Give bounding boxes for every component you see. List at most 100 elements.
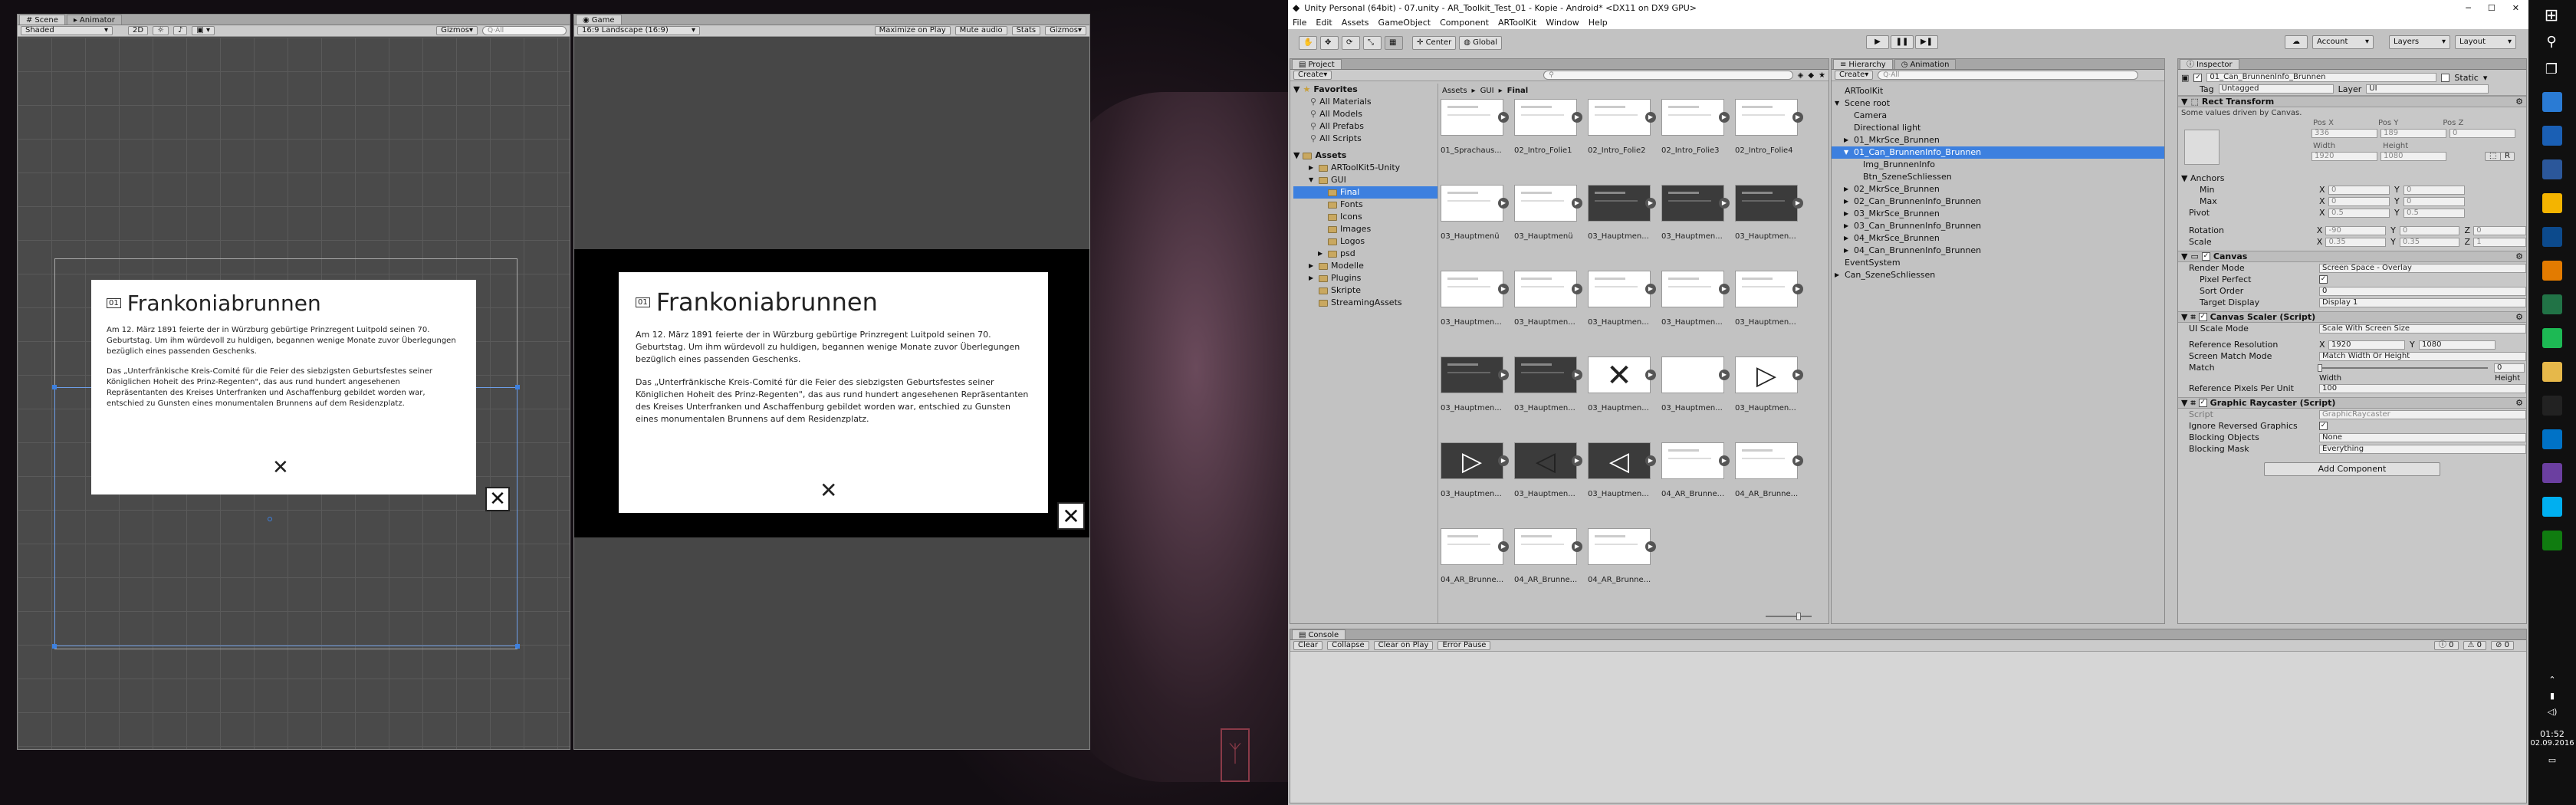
rotation-x[interactable]: -90 (2325, 225, 2387, 235)
lighting-toggle-icon[interactable]: ☼ (153, 26, 169, 35)
ignore-reversed-checkbox[interactable]: ✓ (2319, 422, 2328, 430)
unity-icon[interactable] (2542, 396, 2562, 416)
hierarchy-item[interactable]: Img_BrunnenInfo (1832, 159, 2164, 171)
expand-sprite-icon[interactable]: ▶ (1572, 112, 1582, 123)
folder-item[interactable]: Logos (1293, 235, 1438, 248)
folder-item[interactable]: Images (1293, 223, 1438, 235)
asset-thumbnail[interactable]: ◁ ▶ (1588, 442, 1656, 479)
blocking-mask-dropdown[interactable]: Everything (2319, 444, 2526, 454)
favorite-star-icon[interactable]: ★ (1819, 71, 1825, 80)
canvas-header[interactable]: ▼ ▭ ✓ Canvas ⚙ (2178, 251, 2526, 262)
breadcrumb-assets[interactable]: Assets (1442, 87, 1467, 95)
asset-thumbnail[interactable]: ▶ (1735, 442, 1803, 479)
volume-icon[interactable]: ◁) (2528, 707, 2576, 717)
spotify-icon[interactable] (2542, 328, 2562, 348)
asset-thumbnail[interactable]: ▶ (1588, 271, 1656, 307)
hierarchy-item[interactable]: ARToolKit (1832, 85, 2164, 97)
hierarchy-item[interactable]: EventSystem (1832, 257, 2164, 269)
outlook-icon[interactable] (2542, 429, 2562, 449)
cloud-icon[interactable]: ☁ (2285, 35, 2308, 49)
width-field[interactable]: 1920 (2312, 152, 2377, 161)
canvas-scaler-header[interactable]: ▼ ⌗ ✓ Canvas Scaler (Script) ⚙ (2178, 311, 2526, 323)
folder-icon[interactable] (2542, 362, 2562, 382)
screen-match-mode-dropdown[interactable]: Match Width Or Height (2319, 351, 2526, 361)
settings-icon[interactable] (2542, 92, 2562, 112)
expand-sprite-icon[interactable]: ▶ (1792, 198, 1803, 209)
expand-sprite-icon[interactable]: ▶ (1792, 284, 1803, 294)
asset-thumbnail[interactable]: ✕ ▶ (1661, 356, 1730, 393)
mode-2d-button[interactable]: 2D (128, 26, 149, 35)
menu-artoolkit[interactable]: ARToolKit (1498, 18, 1536, 28)
anchor-max-x[interactable]: 0 (2328, 196, 2390, 206)
blocking-objects-dropdown[interactable]: None (2319, 432, 2526, 442)
console-collapse-toggle[interactable]: Collapse (1327, 641, 1369, 650)
expand-sprite-icon[interactable]: ▶ (1572, 370, 1582, 380)
asset-thumbnail[interactable]: ▶ (1441, 99, 1509, 136)
asset-thumbnail[interactable]: ▶ (1588, 185, 1656, 222)
log-count-toggle[interactable]: ⓘ 0 (2433, 641, 2459, 650)
warning-count-toggle[interactable]: ⚠ 0 (2463, 641, 2487, 650)
account-dropdown[interactable]: Account ▾ (2312, 35, 2374, 49)
expand-sprite-icon[interactable]: ▶ (1645, 112, 1656, 123)
asset-thumbnail[interactable]: ▶ (1441, 528, 1509, 565)
sort-order-field[interactable]: 0 (2319, 286, 2526, 296)
asset-thumbnail[interactable]: ▷ ▶ (1441, 442, 1509, 479)
hierarchy-item[interactable]: ▶ 03_Can_BrunnenInfo_Brunnen (1832, 220, 2164, 232)
chevron-up-icon[interactable]: ⌃ (2528, 675, 2576, 685)
expand-sprite-icon[interactable]: ▶ (1645, 455, 1656, 466)
folder-item[interactable]: StreamingAssets (1293, 297, 1438, 309)
expand-sprite-icon[interactable]: ▶ (1498, 198, 1509, 209)
menu-component[interactable]: Component (1440, 18, 1489, 28)
assets-header[interactable]: ▼ Assets (1293, 150, 1438, 162)
pivot-x[interactable]: 0.5 (2328, 208, 2390, 218)
task-view-icon[interactable]: ❐ (2541, 61, 2562, 83)
static-checkbox[interactable] (2441, 73, 2450, 82)
expand-sprite-icon[interactable]: ▶ (1572, 541, 1582, 552)
asset-thumbnail[interactable]: ▶ (1735, 185, 1803, 222)
menu-assets[interactable]: Assets (1342, 18, 1369, 28)
canvas-enabled-checkbox[interactable]: ✓ (2201, 252, 2210, 261)
notifications-icon[interactable]: ▭ (2528, 755, 2576, 765)
audio-toggle-icon[interactable]: ♪ (173, 26, 188, 35)
anchor-min-y[interactable]: 0 (2404, 185, 2465, 195)
asset-thumbnail[interactable]: ▷ ▶ (1735, 356, 1803, 393)
menu-gameobject[interactable]: GameObject (1378, 18, 1431, 28)
expand-sprite-icon[interactable]: ▶ (1498, 455, 1509, 466)
expand-sprite-icon[interactable]: ▶ (1498, 284, 1509, 294)
tag-dropdown[interactable]: Untagged (2218, 84, 2334, 94)
game-close-button-icon[interactable]: ✕ (1057, 502, 1085, 530)
object-name-field[interactable]: 01_Can_BrunnenInfo_Brunnen (2206, 73, 2437, 82)
folder-item[interactable]: Final (1293, 186, 1438, 199)
excel-icon[interactable] (2542, 294, 2562, 314)
skype-icon[interactable] (2542, 497, 2562, 517)
start-button-icon[interactable]: ⊞ (2541, 6, 2562, 28)
mute-audio-toggle[interactable]: Mute audio (955, 26, 1007, 35)
handle-tl[interactable] (52, 385, 57, 389)
mail-icon[interactable] (2542, 126, 2562, 146)
add-component-button[interactable]: Add Component (2264, 462, 2440, 476)
tab-scene[interactable]: # Scene (19, 15, 65, 25)
menu-edit[interactable]: Edit (1316, 18, 1332, 28)
asset-thumbnail[interactable]: ▶ (1441, 185, 1509, 222)
handle-bl[interactable] (52, 644, 57, 649)
handle-pivot[interactable] (268, 517, 272, 521)
rotate-tool-icon[interactable]: ⟳ (1342, 36, 1360, 50)
menu-file[interactable]: File (1293, 18, 1306, 28)
hierarchy-search-input[interactable]: Q·All (1878, 71, 2139, 80)
hierarchy-item[interactable]: ▼ Scene root (1832, 97, 2164, 110)
scene-card-close-icon[interactable]: ✕ (272, 456, 289, 479)
anchors-row[interactable]: ▼ Anchors (2178, 172, 2526, 184)
hierarchy-item[interactable]: ▶ Can_SzeneSchliessen (1832, 269, 2164, 281)
asset-thumbnail[interactable]: ▶ (1735, 99, 1803, 136)
gear-icon[interactable]: ⚙ (2515, 312, 2523, 322)
active-checkbox[interactable]: ✓ (2193, 73, 2203, 82)
expand-sprite-icon[interactable]: ▶ (1645, 198, 1656, 209)
hierarchy-item[interactable]: ▶ 04_Can_BrunnenInfo_Brunnen (1832, 245, 2164, 257)
scale-x[interactable]: 0.35 (2325, 237, 2387, 247)
hierarchy-item[interactable]: ▶ 04_MkrSce_Brunnen (1832, 232, 2164, 245)
reference-resolution-x[interactable]: 1920 (2328, 340, 2405, 350)
pause-icon[interactable]: ❚❚ (1891, 35, 1914, 49)
asset-thumbnail[interactable]: ▶ (1514, 185, 1582, 222)
favorite-item[interactable]: ⚲ All Materials (1293, 96, 1438, 108)
game-card-close-icon[interactable]: ✕ (820, 478, 837, 503)
